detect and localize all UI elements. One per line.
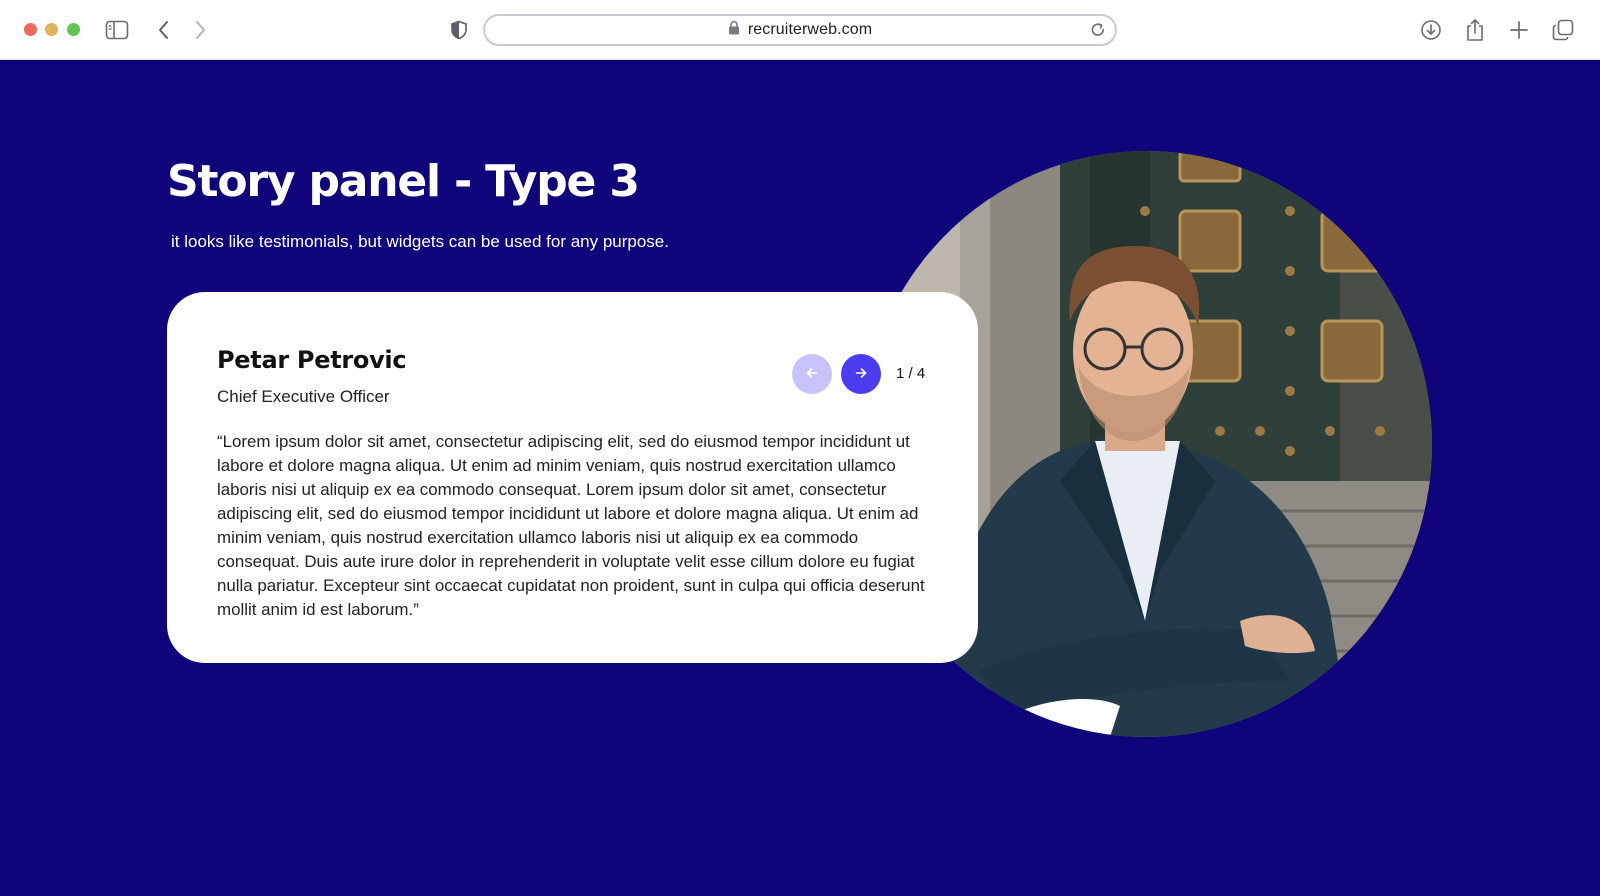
close-window-button[interactable] [24, 23, 37, 36]
browser-toolbar: recruiterweb.com [0, 0, 1600, 60]
shield-icon[interactable] [447, 18, 471, 42]
previous-story-button[interactable] [792, 354, 832, 394]
url-text: recruiterweb.com [747, 21, 873, 38]
page-subtitle: it looks like testimonials, but widgets … [171, 232, 669, 251]
minimize-window-button[interactable] [45, 23, 58, 36]
person-role: Chief Executive Officer [217, 387, 390, 406]
share-icon[interactable] [1463, 18, 1487, 42]
tabs-overview-icon[interactable] [1551, 18, 1575, 42]
sidebar-icon[interactable] [105, 18, 129, 42]
lock-icon [728, 20, 740, 40]
person-name: Petar Petrovic [217, 346, 407, 374]
new-tab-icon[interactable] [1507, 18, 1531, 42]
next-story-button[interactable] [841, 354, 881, 394]
story-card: Petar Petrovic Chief Executive Officer 1… [167, 292, 978, 663]
story-quote: “Lorem ipsum dolor sit amet, consectetur… [217, 432, 925, 619]
forward-icon[interactable] [188, 18, 212, 42]
back-icon[interactable] [152, 18, 176, 42]
story-pager: 1 / 4 [896, 365, 926, 382]
zoom-window-button[interactable] [67, 23, 80, 36]
arrow-right-icon [855, 367, 867, 382]
reload-icon[interactable] [1089, 21, 1107, 44]
page-title: Story panel - Type 3 [167, 156, 640, 207]
address-bar[interactable]: recruiterweb.com [483, 14, 1117, 46]
arrow-left-icon [806, 367, 818, 382]
download-icon[interactable] [1419, 18, 1443, 42]
